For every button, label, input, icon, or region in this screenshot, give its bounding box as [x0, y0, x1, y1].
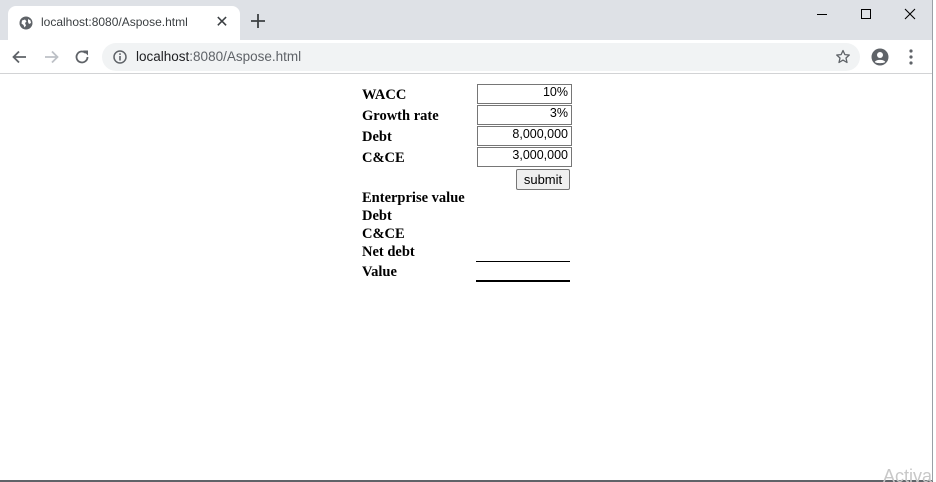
growth-rate-input[interactable]: 3%: [477, 105, 572, 125]
url-path: :8080/Aspose.html: [189, 49, 302, 64]
cce-input[interactable]: 3,000,000: [477, 147, 572, 167]
reload-icon[interactable]: [72, 47, 92, 67]
browser-tab[interactable]: localhost:8080/Aspose.html ✕: [8, 6, 240, 40]
wacc-label: WACC: [362, 87, 407, 103]
star-icon[interactable]: [835, 49, 851, 65]
result-cce-label: C&CE: [362, 226, 405, 242]
browser-toolbar: localhost:8080/Aspose.html: [0, 40, 932, 74]
result-debt-label: Debt: [362, 208, 392, 224]
kebab-menu-icon[interactable]: [906, 48, 916, 66]
arrow-left-icon[interactable]: [10, 47, 30, 67]
url-host: localhost: [136, 49, 190, 64]
address-bar[interactable]: localhost:8080/Aspose.html: [102, 43, 860, 71]
window-close-button[interactable]: [888, 0, 932, 28]
value-label: Value: [362, 264, 397, 280]
enterprise-value-label: Enterprise value: [362, 190, 465, 206]
tab-strip: localhost:8080/Aspose.html ✕: [0, 0, 932, 40]
minimize-button[interactable]: [800, 0, 844, 28]
minimize-icon: [817, 14, 827, 15]
value-underline: [476, 280, 570, 282]
debt-label: Debt: [362, 129, 392, 145]
activation-watermark: Activa: [883, 466, 933, 482]
net-debt-label: Net debt: [362, 244, 415, 260]
net-debt-underline: [476, 261, 570, 262]
url-text[interactable]: localhost:8080/Aspose.html: [136, 49, 301, 64]
growth-rate-label: Growth rate: [362, 108, 439, 124]
submit-button[interactable]: submit: [516, 169, 570, 190]
browser-window: localhost:8080/Aspose.html ✕ localhost:8…: [0, 0, 933, 482]
page-content: WACC 10% Growth rate 3% Debt 8,000,000 C…: [0, 75, 932, 480]
plus-icon[interactable]: [249, 12, 267, 30]
info-icon[interactable]: [113, 50, 127, 64]
maximize-icon: [861, 9, 871, 19]
close-window-icon: [904, 8, 916, 20]
tab-title: localhost:8080/Aspose.html: [41, 15, 188, 29]
debt-input[interactable]: 8,000,000: [477, 126, 572, 146]
cce-label: C&CE: [362, 150, 405, 166]
account-icon[interactable]: [871, 48, 889, 66]
arrow-right-icon[interactable]: [41, 47, 61, 67]
close-icon[interactable]: ✕: [213, 14, 231, 32]
globe-icon: [19, 16, 33, 30]
wacc-input[interactable]: 10%: [477, 84, 572, 104]
maximize-button[interactable]: [844, 0, 888, 28]
